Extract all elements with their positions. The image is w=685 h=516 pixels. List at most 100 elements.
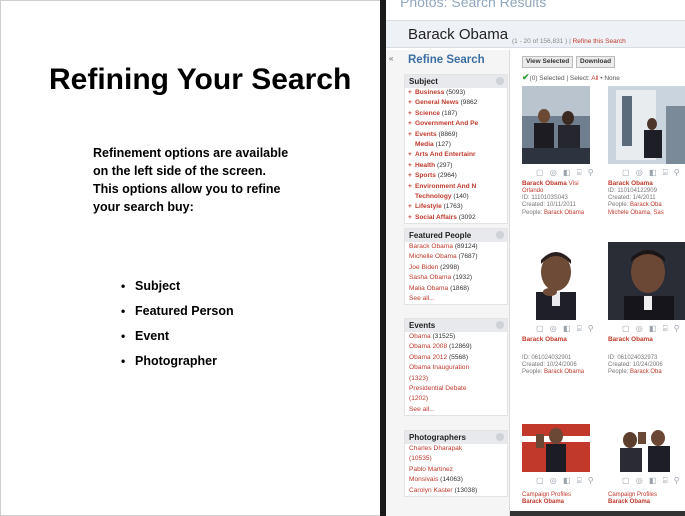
event-item-label[interactable]: Obama [409,333,431,340]
subject-item-label[interactable]: Sports [415,172,436,179]
result-photo[interactable] [522,414,590,472]
photo-action-icons[interactable]: ▢ ◎ ◧ ⌸ ⚲ [536,168,596,178]
photographer-item-label[interactable]: Monsivais [409,476,438,483]
featured-person-item-label[interactable]: Malia Obama [409,285,448,292]
result-photo[interactable] [608,86,685,164]
result-title-text[interactable]: Barack Obama [522,180,567,187]
subject-item[interactable]: Sports (2964) [405,171,507,181]
featured-person-item-label[interactable]: See all... [409,295,435,302]
featured-person-item[interactable]: See all... [405,294,507,304]
download-button[interactable]: Download [576,56,616,68]
caption-line[interactable]: Barack Obama [608,499,657,506]
event-item[interactable]: Presidential Debate [405,384,507,394]
photographer-item[interactable]: Charles Dharapak [405,444,507,454]
photographer-item[interactable]: Monsivais (14063) [405,475,507,485]
refine-search-link[interactable]: Refine this Search [573,38,626,45]
subject-item[interactable]: Business (5093) [405,88,507,98]
photo-action-icons[interactable]: ▢ ◎ ◧ ⌸ ⚲ [622,476,682,486]
subject-item-label[interactable]: Government And Pe [415,120,478,127]
subject-item[interactable]: Arts And Entertainr [405,150,507,160]
photo-action-icons[interactable]: ▢ ◎ ◧ ⌸ ⚲ [622,324,682,334]
collapse-icon[interactable] [496,321,504,329]
subject-item-label[interactable]: Social Affairs [415,214,457,221]
featured-person-item[interactable]: Malia Obama (1868) [405,284,507,294]
photographer-item[interactable]: Carolyn Kaster (13038) [405,486,507,496]
featured-person-item[interactable]: Barack Obama (89124) [405,242,507,252]
subject-item[interactable]: Media (127) [405,140,507,150]
photo-action-icons[interactable]: ▢ ◎ ◧ ⌸ ⚲ [536,324,596,334]
event-item-label[interactable]: Obama 2008 [409,343,447,350]
photo-action-icons[interactable]: ▢ ◎ ◧ ⌸ ⚲ [536,476,596,486]
subject-item-label[interactable]: Health [415,162,435,169]
caption-line[interactable]: Campaign Profiles [522,492,571,499]
event-item[interactable]: See all... [405,405,507,415]
photographer-item-label[interactable]: (10535) [409,455,432,462]
photographer-item[interactable]: Pablo Martinez [405,465,507,475]
featured-person-item-label[interactable]: Joe Biden [409,264,438,271]
collapse-icon[interactable] [496,231,504,239]
event-item-label[interactable]: (1202) [409,395,428,402]
photographer-item-label[interactable]: Charles Dharapak [409,445,462,452]
subject-item[interactable]: Environment And N [405,182,507,192]
event-item-label[interactable]: See all... [409,406,435,413]
event-item-label[interactable]: Obama Inauguration [409,364,469,371]
featured-person-item-label[interactable]: Michelle Obama [409,253,457,260]
result-title[interactable]: Barack Obama [608,180,653,187]
people-link[interactable]: Barack Obama [544,210,584,216]
subject-item-label[interactable]: Science [415,110,440,117]
event-item[interactable]: Obama 2012 (5568) [405,353,507,363]
subject-item[interactable]: Events (8869) [405,130,507,140]
result-title-suffix[interactable]: Visi [569,180,579,187]
featured-person-item[interactable]: Joe Biden (2998) [405,263,507,273]
subject-item[interactable]: Social Affairs (3092 [405,213,507,223]
people-link[interactable]: Barack Oba [630,202,662,208]
subject-item-label[interactable]: Business [415,89,444,96]
event-item[interactable]: (1202) [405,394,507,404]
event-item[interactable]: (1323) [405,374,507,384]
people-link[interactable]: Barack Oba [630,369,662,375]
result-title[interactable]: Barack Obama [522,336,567,343]
photographer-item-label[interactable]: Carolyn Kaster [409,487,453,494]
photo-action-icons[interactable]: ▢ ◎ ◧ ⌸ ⚲ [622,168,682,178]
people-link[interactable]: Barack Obama [544,369,584,375]
collapse-icon[interactable] [496,77,504,85]
subject-item[interactable]: Health (297) [405,161,507,171]
subject-item-label[interactable]: Events [415,131,437,138]
result-title[interactable]: Barack Obama Visi [522,180,579,187]
result-photo[interactable] [522,242,590,320]
event-item[interactable]: Obama Inauguration [405,363,507,373]
photographer-item-label[interactable]: Pablo Martinez [409,466,453,473]
view-selected-button[interactable]: View Selected [522,56,574,68]
subject-item[interactable]: Government And Pe [405,119,507,129]
subject-item-label[interactable]: Technology [415,193,452,200]
collapse-icon[interactable] [496,433,504,441]
event-item-label[interactable]: Presidential Debate [409,385,467,392]
featured-person-item-label[interactable]: Barack Obama [409,243,453,250]
event-item[interactable]: Obama 2008 (12869) [405,342,507,352]
photographer-item[interactable]: (10535) [405,454,507,464]
result-title[interactable]: Barack Obama [608,336,653,343]
result-photo[interactable] [608,414,685,472]
subject-item-label[interactable]: Environment And N [415,183,476,190]
featured-person-item[interactable]: Sasha Obama (1932) [405,273,507,283]
subject-item-label[interactable]: Arts And Entertainr [415,151,476,158]
event-item-label[interactable]: (1323) [409,375,428,382]
featured-person-item[interactable]: Michelle Obama (7687) [405,252,507,262]
subject-item[interactable]: Lifestyle (1763) [405,202,507,212]
subject-item-label[interactable]: Media [415,141,434,148]
subject-item[interactable]: Science (187) [405,109,507,119]
subject-item[interactable]: Technology (140) [405,192,507,202]
caption-line[interactable]: Campaign Profiles [608,492,657,499]
select-all-link[interactable]: All [591,75,598,82]
people-link[interactable]: Michele Obama, Sas [608,210,664,217]
event-item-label[interactable]: Obama 2012 [409,354,447,361]
result-photo[interactable] [608,242,685,320]
collapse-arrow-icon[interactable]: « [389,54,393,63]
select-none-link[interactable]: None [604,75,620,82]
caption-line[interactable]: Barack Obama [522,499,571,506]
result-photo[interactable] [522,86,590,164]
event-item[interactable]: Obama (31525) [405,332,507,342]
subject-item[interactable]: General News (9862 [405,98,507,108]
subject-item-label[interactable]: Lifestyle [415,203,442,210]
featured-person-item-label[interactable]: Sasha Obama [409,274,451,281]
